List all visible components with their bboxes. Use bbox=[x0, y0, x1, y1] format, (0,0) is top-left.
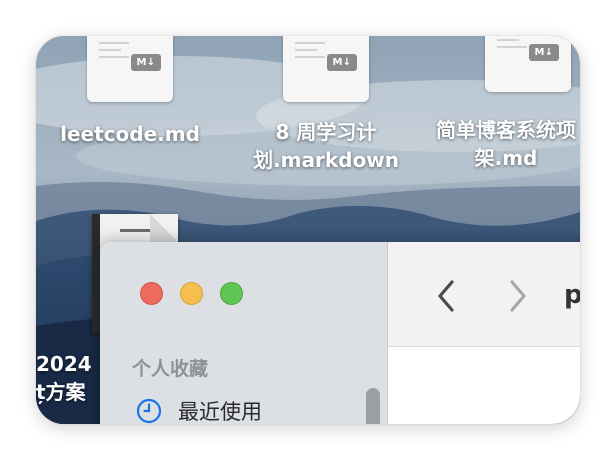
screen-frame: M↓ leetcode.md M↓ 8 周学习计 划.markdown M↓ 简… bbox=[36, 36, 580, 424]
window-title: p bbox=[564, 280, 580, 310]
file-name-2024[interactable]: 2024 ț方案 bbox=[36, 352, 92, 405]
sidebar-scrollbar[interactable] bbox=[366, 388, 380, 424]
file-name-blog-system[interactable]: 简单博客系统项 架.md bbox=[416, 116, 580, 172]
finder-window: 个人收藏 最近使用 p bbox=[100, 242, 580, 424]
markdown-badge: M↓ bbox=[529, 44, 559, 61]
file-name-line: 简单博客系统项 bbox=[436, 118, 576, 142]
file-name-study-plan[interactable]: 8 周学习计 划.markdown bbox=[236, 118, 416, 174]
text-lines-icon bbox=[497, 36, 527, 53]
sidebar-section-favorites: 个人收藏 bbox=[132, 358, 209, 380]
clock-icon bbox=[136, 398, 162, 424]
text-lines-icon bbox=[295, 42, 325, 63]
doc-title-line bbox=[120, 229, 150, 232]
markdown-badge: M↓ bbox=[131, 54, 161, 71]
file-name-line: 划.markdown bbox=[253, 148, 399, 172]
text-lines-icon bbox=[99, 42, 129, 63]
zoom-button[interactable] bbox=[220, 282, 243, 305]
file-icon-study-plan[interactable]: M↓ bbox=[283, 36, 369, 102]
sidebar-item-label: 最近使用 bbox=[178, 400, 262, 424]
file-name-line: 架.md bbox=[474, 146, 538, 170]
markdown-badge: M↓ bbox=[327, 54, 357, 71]
close-button[interactable] bbox=[140, 282, 163, 305]
file-icon-leetcode[interactable]: M↓ bbox=[87, 36, 173, 102]
page-fold bbox=[150, 214, 178, 242]
finder-toolbar: p bbox=[388, 242, 580, 347]
minimize-button[interactable] bbox=[180, 282, 203, 305]
file-name-line: 2024 bbox=[36, 352, 92, 376]
finder-content: p bbox=[387, 242, 580, 424]
chevron-left-icon[interactable] bbox=[432, 276, 462, 316]
finder-sidebar: 个人收藏 最近使用 bbox=[100, 242, 387, 424]
file-name-line: leetcode.md bbox=[60, 122, 200, 146]
file-name-line: ț方案 bbox=[36, 380, 86, 404]
file-name-leetcode[interactable]: leetcode.md bbox=[44, 120, 216, 148]
sidebar-item-recents[interactable]: 最近使用 bbox=[136, 394, 262, 424]
file-icon-blog-system[interactable]: M↓ bbox=[485, 36, 571, 92]
file-name-line: 8 周学习计 bbox=[275, 120, 377, 144]
chevron-right-icon[interactable] bbox=[502, 276, 532, 316]
